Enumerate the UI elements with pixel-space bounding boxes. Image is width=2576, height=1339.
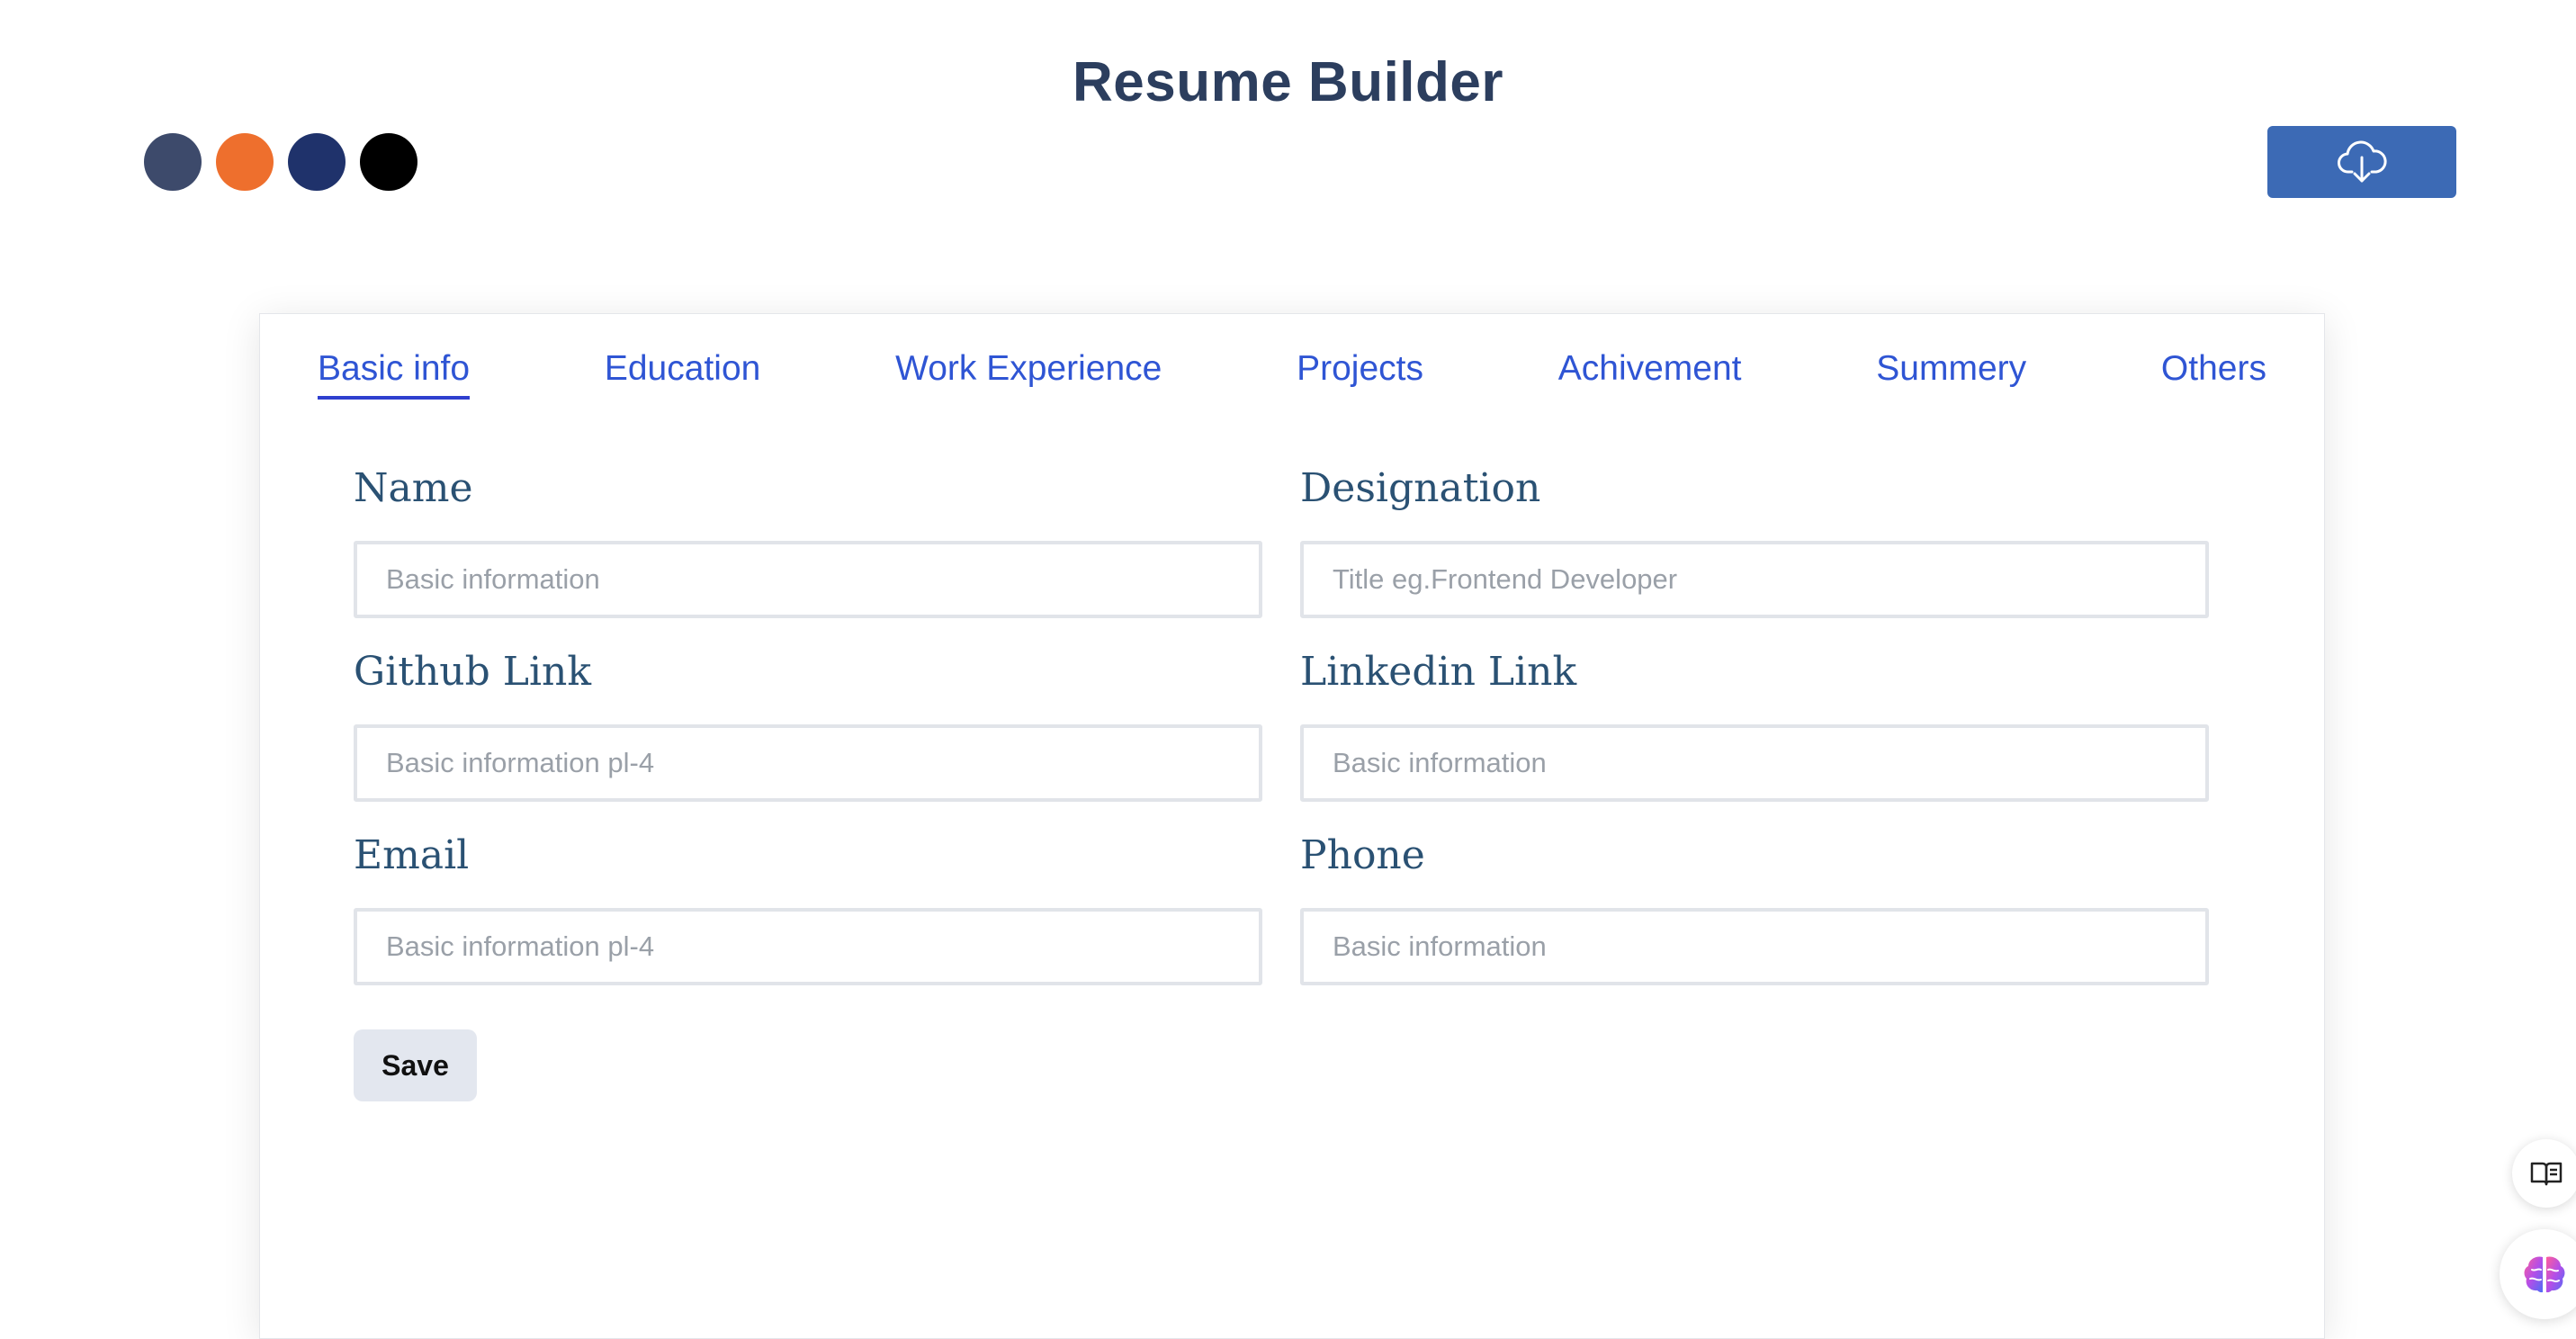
book-icon: [2530, 1160, 2563, 1187]
theme-swatch-slate[interactable]: [144, 133, 202, 191]
basic-info-form: Name Designation Github Link Linkedin Li…: [354, 465, 2209, 985]
theme-swatch-black[interactable]: [360, 133, 417, 191]
phone-field-group: Phone: [1300, 832, 2209, 985]
cloud-download-icon: [2337, 139, 2387, 184]
tab-basic-info[interactable]: Basic info: [318, 348, 471, 400]
tab-work-experience[interactable]: Work Experience: [895, 348, 1162, 396]
name-field-group: Name: [354, 465, 1262, 618]
linkedin-link-input[interactable]: [1300, 724, 2209, 802]
page-title: Resume Builder: [1072, 51, 1504, 113]
tab-projects[interactable]: Projects: [1297, 348, 1423, 396]
tab-education[interactable]: Education: [605, 348, 760, 396]
phone-input[interactable]: [1300, 908, 2209, 985]
designation-label: Designation: [1300, 465, 1541, 511]
email-input[interactable]: [354, 908, 1262, 985]
linkedin-link-label: Linkedin Link: [1300, 649, 1577, 695]
reader-widget-button[interactable]: [2512, 1139, 2576, 1208]
name-input[interactable]: [354, 541, 1262, 618]
save-button[interactable]: Save: [354, 1029, 477, 1101]
resume-form-card: Basic info Education Work Experience Pro…: [259, 313, 2325, 1339]
email-label: Email: [354, 832, 470, 878]
name-label: Name: [354, 465, 473, 511]
download-button[interactable]: [2267, 126, 2456, 198]
designation-field-group: Designation: [1300, 465, 2209, 618]
email-field-group: Email: [354, 832, 1262, 985]
github-link-label: Github Link: [354, 649, 592, 695]
designation-input[interactable]: [1300, 541, 2209, 618]
section-tabs: Basic info Education Work Experience Pro…: [318, 348, 2266, 400]
theme-swatch-navy[interactable]: [288, 133, 346, 191]
phone-label: Phone: [1300, 832, 1425, 878]
github-link-field-group: Github Link: [354, 649, 1262, 802]
theme-swatches: [144, 133, 417, 191]
brain-icon: [2521, 1254, 2568, 1295]
tab-others[interactable]: Others: [2161, 348, 2266, 396]
linkedin-link-field-group: Linkedin Link: [1300, 649, 2209, 802]
tab-summery[interactable]: Summery: [1876, 348, 2026, 396]
ai-widget-button[interactable]: [2500, 1229, 2576, 1319]
tab-achivement[interactable]: Achivement: [1558, 348, 1742, 396]
github-link-input[interactable]: [354, 724, 1262, 802]
theme-swatch-orange[interactable]: [216, 133, 274, 191]
